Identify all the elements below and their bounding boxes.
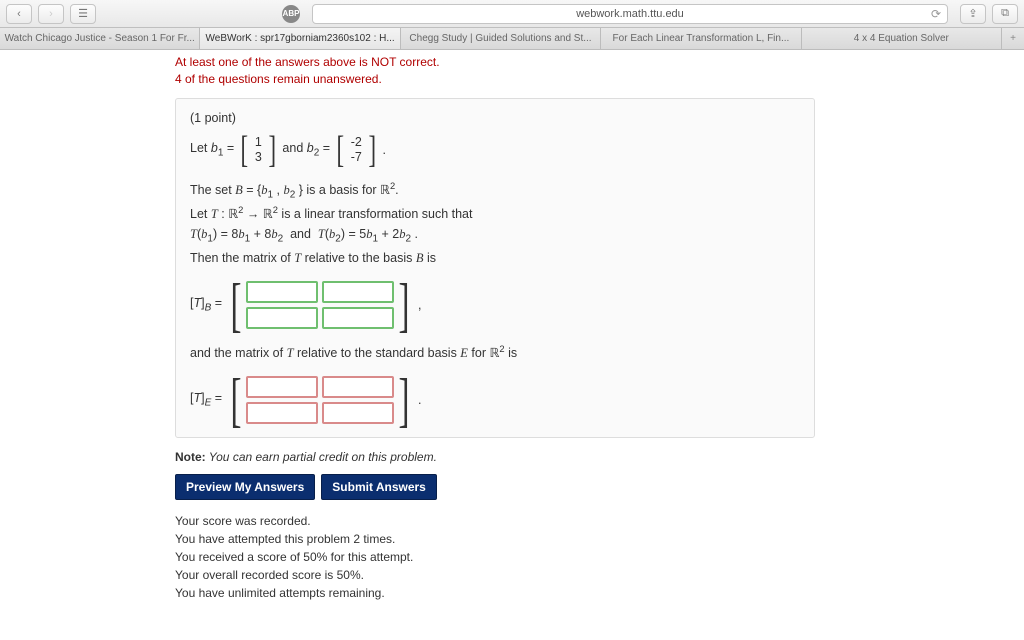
te-matrix-row: [T]E = [ ] . [190, 375, 800, 425]
tab-1[interactable]: WeBWorK : spr17gborniam2360s102 : H... [200, 28, 400, 49]
tb-cell-11[interactable] [246, 281, 318, 303]
te-period: . [418, 393, 421, 407]
tabs-button[interactable]: ⧉ [992, 4, 1018, 24]
status-2: You received a score of 50% for this att… [175, 548, 1024, 566]
tb-label: [T]B = [190, 296, 222, 314]
browser-toolbar: ‹ › ☰ ABP webwork.math.ttu.edu ⟳ ⇪ ⧉ [0, 0, 1024, 28]
tb-cell-22[interactable] [322, 307, 394, 329]
address-bar[interactable]: webwork.math.ttu.edu ⟳ [312, 4, 948, 24]
te-cell-11[interactable] [246, 376, 318, 398]
error-line-1: At least one of the answers above is NOT… [175, 54, 1024, 71]
tb-cell-12[interactable] [322, 281, 394, 303]
status-block: Your score was recorded. You have attemp… [175, 512, 1024, 602]
tab-3[interactable]: For Each Linear Transformation L, Fin... [601, 28, 801, 49]
vectors-row: Let b1 = [ 13 ] and b2 = [ -2-7 ] . [190, 133, 800, 167]
status-1: You have attempted this problem 2 times. [175, 530, 1024, 548]
submit-button[interactable]: Submit Answers [321, 474, 437, 500]
points-label: (1 point) [190, 111, 800, 125]
and-b2-text: and b2 = [282, 141, 330, 159]
vector-period: . [383, 143, 386, 157]
b2-vector: [ -2-7 ] [334, 133, 378, 167]
tb-comma: , [418, 298, 421, 312]
tb-cell-21[interactable] [246, 307, 318, 329]
tab-bar: Watch Chicago Justice - Season 1 For Fr.… [0, 28, 1024, 50]
te-label: [T]E = [190, 391, 222, 409]
new-tab-button[interactable]: + [1002, 28, 1024, 49]
page-content: At least one of the answers above is NOT… [0, 50, 1024, 622]
preview-button[interactable]: Preview My Answers [175, 474, 315, 500]
back-button[interactable]: ‹ [6, 4, 32, 24]
status-3: Your overall recorded score is 50%. [175, 566, 1024, 584]
te-cell-12[interactable] [322, 376, 394, 398]
b1-vector: [ 13 ] [238, 133, 278, 167]
status-0: Your score was recorded. [175, 512, 1024, 530]
tab-2[interactable]: Chegg Study | Guided Solutions and St... [401, 28, 601, 49]
tb-matrix-row: [T]B = [ ] , [190, 280, 800, 330]
button-row: Preview My Answers Submit Answers [175, 474, 1024, 500]
error-line-2: 4 of the questions remain unanswered. [175, 71, 1024, 88]
sidebar-toggle-button[interactable]: ☰ [70, 4, 96, 24]
te-cell-22[interactable] [322, 402, 394, 424]
url-text: webwork.math.ttu.edu [576, 8, 684, 20]
status-4: You have unlimited attempts remaining. [175, 584, 1024, 602]
note-line: Note: You can earn partial credit on thi… [175, 450, 1024, 464]
problem-text-2: and the matrix of T relative to the stan… [190, 342, 800, 363]
let-b1-text: Let b1 = [190, 141, 234, 159]
forward-button[interactable]: › [38, 4, 64, 24]
tab-0[interactable]: Watch Chicago Justice - Season 1 For Fr.… [0, 28, 200, 49]
share-button[interactable]: ⇪ [960, 4, 986, 24]
te-cell-21[interactable] [246, 402, 318, 424]
problem-text-1: The set B = {b1 , b2 } is a basis for ℝ2… [190, 179, 800, 268]
abp-icon[interactable]: ABP [282, 5, 300, 23]
reload-icon[interactable]: ⟳ [931, 7, 941, 21]
tab-4[interactable]: 4 x 4 Equation Solver [802, 28, 1002, 49]
problem-box: (1 point) Let b1 = [ 13 ] and b2 = [ -2-… [175, 98, 815, 438]
